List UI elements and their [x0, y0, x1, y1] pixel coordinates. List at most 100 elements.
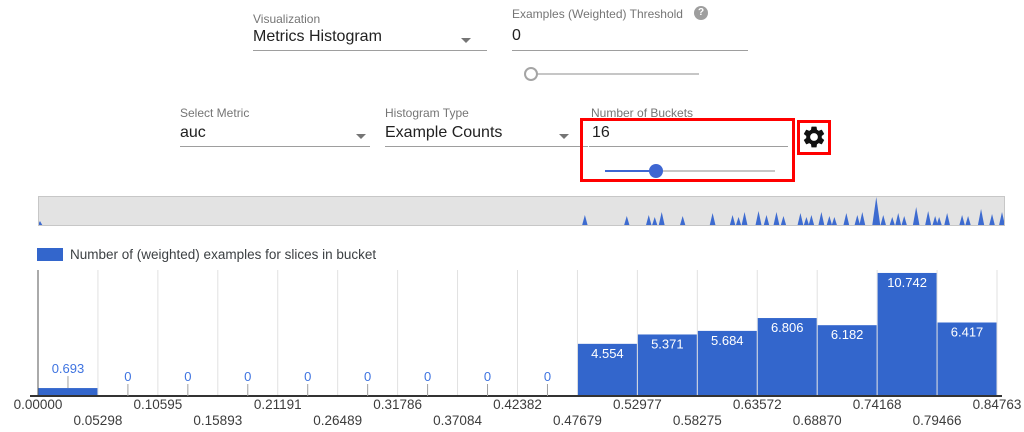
histogram-chart: 0.693 0 0 0 0 0 0 0 0 4.554 5.371 5.684 6.806 6.182 10…: [0, 260, 1024, 432]
bar-value-label: 5.684: [711, 333, 744, 348]
overview-spike: [582, 215, 587, 225]
overview-spike: [989, 214, 995, 225]
chevron-down-icon[interactable]: [559, 134, 569, 139]
histogram-bar[interactable]: [39, 388, 98, 396]
select-metric-underline: [180, 146, 370, 147]
x-axis-label: 0.47679: [553, 413, 602, 428]
bar-value-label: 6.806: [771, 320, 804, 335]
overview-spike: [798, 213, 804, 225]
overview-spike: [895, 213, 901, 225]
visualization-dropdown[interactable]: Metrics Histogram: [253, 28, 483, 46]
x-axis-label: 0.31786: [373, 397, 422, 412]
overview-spike: [756, 211, 762, 225]
overview-spike: [736, 217, 741, 225]
x-axis-label: 0.26489: [313, 413, 362, 428]
num-buckets-underline: [589, 146, 788, 147]
overview-spike: [652, 217, 657, 225]
x-axis-label: 0.37084: [433, 413, 482, 428]
x-axis-label: 0.05298: [74, 413, 123, 428]
overview-spike: [659, 212, 665, 225]
x-axis-label: 0.15893: [193, 413, 242, 428]
x-axis-label: 0.79466: [913, 413, 962, 428]
bar-value-label: 0: [184, 369, 191, 384]
overview-spike: [804, 217, 809, 225]
threshold-underline: [512, 50, 748, 51]
num-buckets-input[interactable]: [592, 124, 782, 142]
metrics-histogram-panel: Visualization Metrics Histogram Examples…: [0, 0, 1024, 432]
threshold-slider-track[interactable]: [529, 73, 699, 75]
x-axis-label: 0.42382: [493, 397, 542, 412]
overview-spike: [872, 197, 880, 225]
threshold-label: Examples (Weighted) Threshold: [512, 7, 683, 21]
x-axis-label: 0.21191: [254, 397, 302, 412]
overview-spike: [710, 213, 716, 225]
histogram-type-dropdown[interactable]: Example Counts: [385, 124, 555, 142]
x-axis-label: 0.00000: [14, 397, 63, 412]
overview-spike: [843, 213, 849, 225]
bar-value-label: 5.371: [651, 336, 684, 351]
overview-spike: [680, 216, 685, 225]
visualization-underline: [253, 50, 487, 51]
overview-spike: [933, 216, 938, 225]
overview-range-selector[interactable]: [38, 196, 1005, 226]
overview-sparkline: [39, 197, 1004, 225]
histogram-bar[interactable]: [878, 273, 937, 396]
num-buckets-label: Number of Buckets: [591, 106, 693, 120]
overview-spike: [764, 215, 769, 225]
bar-value-label: 6.182: [831, 327, 864, 342]
visualization-label: Visualization: [253, 12, 320, 26]
overview-spike: [818, 212, 824, 225]
overview-spike: [999, 212, 1004, 225]
bar-value-label: 10.742: [887, 275, 927, 290]
overview-spike: [646, 215, 651, 225]
overview-spike: [925, 211, 931, 225]
bar-value-label: 4.554: [591, 346, 624, 361]
overview-spike: [774, 212, 780, 225]
threshold-input[interactable]: [512, 27, 742, 45]
x-axis-label: 0.52977: [613, 397, 662, 412]
bar-value-label: 0: [424, 369, 431, 384]
select-metric-dropdown[interactable]: auc: [180, 124, 360, 142]
overview-spike: [965, 216, 970, 225]
select-metric-label: Select Metric: [180, 106, 249, 120]
x-axis-label: 0.10595: [133, 397, 182, 412]
x-axis-label: 0.58275: [673, 413, 722, 428]
bar-value-label: 6.417: [951, 324, 984, 339]
bar-value-label: 0.693: [52, 361, 85, 376]
overview-spike: [855, 215, 860, 225]
num-buckets-slider-knob[interactable]: [649, 164, 663, 178]
bar-value-label: 0: [544, 369, 551, 384]
chevron-down-icon[interactable]: [356, 134, 366, 139]
overview-spike: [781, 216, 786, 225]
bar-value-label: 0: [124, 369, 131, 384]
bar-value-label: 0: [244, 369, 251, 384]
settings-gear-icon[interactable]: [801, 124, 827, 150]
threshold-slider-knob[interactable]: [524, 67, 538, 81]
x-axis-label: 0.74168: [853, 397, 902, 412]
overview-spike: [730, 215, 735, 225]
overview-spike: [742, 212, 748, 225]
bar-value-label: 0: [484, 369, 491, 384]
overview-spike: [624, 216, 629, 225]
overview-spike: [39, 221, 42, 225]
x-axis-label: 0.84763: [973, 397, 1022, 412]
overview-spike: [913, 207, 920, 225]
overview-spike: [881, 215, 886, 225]
chevron-down-icon[interactable]: [461, 38, 471, 43]
overview-spike: [827, 216, 832, 225]
overview-spike: [944, 213, 950, 225]
overview-spike: [959, 215, 964, 225]
x-axis-label: 0.63572: [733, 397, 782, 412]
overview-spike: [890, 217, 895, 225]
overview-spike: [832, 217, 837, 225]
overview-spike: [859, 212, 865, 225]
overview-spike: [937, 217, 942, 225]
overview-spike: [902, 216, 907, 225]
x-axis-label: 0.68870: [793, 413, 842, 428]
bar-value-label: 0: [304, 369, 311, 384]
bar-value-label: 0: [364, 369, 371, 384]
overview-spike: [809, 215, 814, 225]
help-icon[interactable]: ?: [694, 6, 708, 20]
histogram-type-label: Histogram Type: [385, 106, 469, 120]
overview-spike: [978, 209, 984, 225]
